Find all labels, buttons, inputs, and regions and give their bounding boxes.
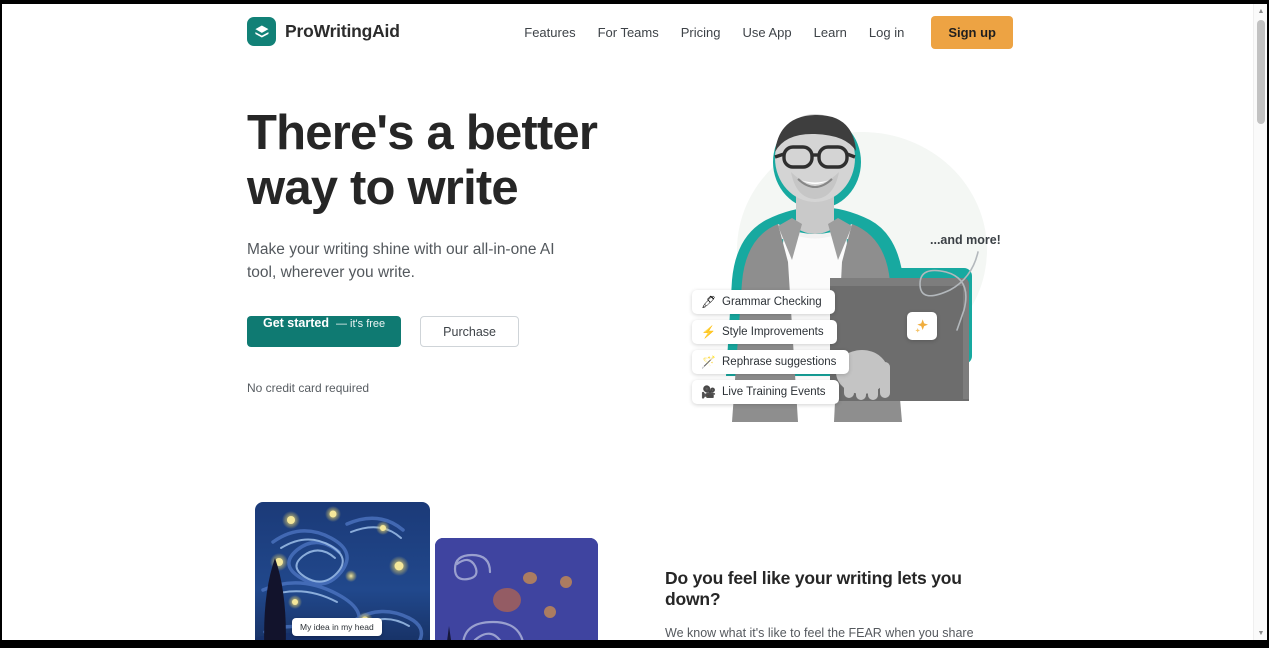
hero-illustration: ...and more! 🖋 Grammar Checking ⚡ Style …	[662, 100, 1022, 430]
section-two-copy: Do you feel like your writing lets you d…	[665, 568, 1010, 640]
feature-cards-list: 🖋 Grammar Checking ⚡ Style Improvements …	[692, 290, 850, 410]
fountain-pen-icon: 🖋	[701, 295, 717, 309]
sign-up-button[interactable]: Sign up	[931, 16, 1013, 49]
page-content: ProWritingAid Features For Teams Pricing…	[2, 4, 1253, 640]
browser-viewport: ProWritingAid Features For Teams Pricing…	[2, 4, 1267, 640]
get-started-button[interactable]: Get started — it's free	[247, 316, 402, 348]
video-camera-icon: 🎥	[701, 385, 716, 399]
brand-logo-link[interactable]: ProWritingAid	[247, 17, 400, 46]
site-header: ProWritingAid Features For Teams Pricing…	[2, 4, 1253, 60]
scrollbar-thumb[interactable]	[1257, 20, 1265, 124]
nav-item-features[interactable]: Features	[513, 17, 586, 48]
nav-item-log-in[interactable]: Log in	[858, 17, 915, 48]
feature-card-grammar-checking: 🖋 Grammar Checking	[692, 290, 835, 314]
main-navigation: Features For Teams Pricing Use App Learn…	[513, 16, 1013, 49]
feature-card-label: Grammar Checking	[722, 296, 822, 308]
hero-actions: Get started — it's free Purchase	[247, 316, 647, 348]
writing-lets-you-down-section: My idea in my head Do you feel like your…	[2, 480, 1253, 640]
childlike-sketch-image	[435, 538, 598, 640]
no-credit-card-note: No credit card required	[247, 381, 370, 396]
scroll-up-arrow-icon[interactable]: ▲	[1254, 4, 1267, 18]
vertical-scrollbar[interactable]: ▲ ▼	[1253, 4, 1267, 640]
brand-name: ProWritingAid	[285, 21, 400, 41]
hero-title: There's a better way to write	[247, 106, 598, 216]
and-more-annotation: ...and more!	[930, 233, 1001, 247]
feature-card-label: Live Training Events	[722, 386, 826, 398]
get-started-note: — it's free	[336, 318, 386, 331]
feature-card-rephrase-suggestions: 🪄 Rephrase suggestions	[692, 350, 850, 374]
hero-subtitle: Make your writing shine with our all-in-…	[247, 240, 555, 281]
my-idea-label: My idea in my head	[292, 618, 382, 636]
hero-copy: There's a better way to write Make your …	[247, 106, 647, 395]
nav-item-for-teams[interactable]: For Teams	[587, 17, 670, 48]
feature-card-label: Style Improvements	[722, 326, 824, 338]
prowritingaid-logo-icon	[247, 17, 276, 46]
nav-item-use-app[interactable]: Use App	[732, 17, 803, 48]
feature-card-label: Rephrase suggestions	[722, 356, 837, 368]
starry-night-comparison: My idea in my head	[247, 502, 598, 640]
sparkle-icon	[907, 312, 937, 340]
magic-wand-icon: 🪄	[701, 355, 716, 369]
purchase-button[interactable]: Purchase	[420, 316, 519, 348]
lightning-bolt-icon: ⚡	[701, 325, 716, 339]
nav-item-pricing[interactable]: Pricing	[670, 17, 732, 48]
scroll-down-arrow-icon[interactable]: ▼	[1254, 626, 1267, 640]
get-started-label: Get started	[263, 316, 329, 331]
section-two-body: We know what it's like to feel the FEAR …	[665, 626, 974, 640]
feature-card-style-improvements: ⚡ Style Improvements	[692, 320, 837, 344]
section-two-title: Do you feel like your writing lets you d…	[665, 568, 962, 609]
feature-card-live-training-events: 🎥 Live Training Events	[692, 380, 839, 404]
nav-item-learn[interactable]: Learn	[803, 17, 858, 48]
hero-section: There's a better way to write Make your …	[2, 60, 1253, 480]
